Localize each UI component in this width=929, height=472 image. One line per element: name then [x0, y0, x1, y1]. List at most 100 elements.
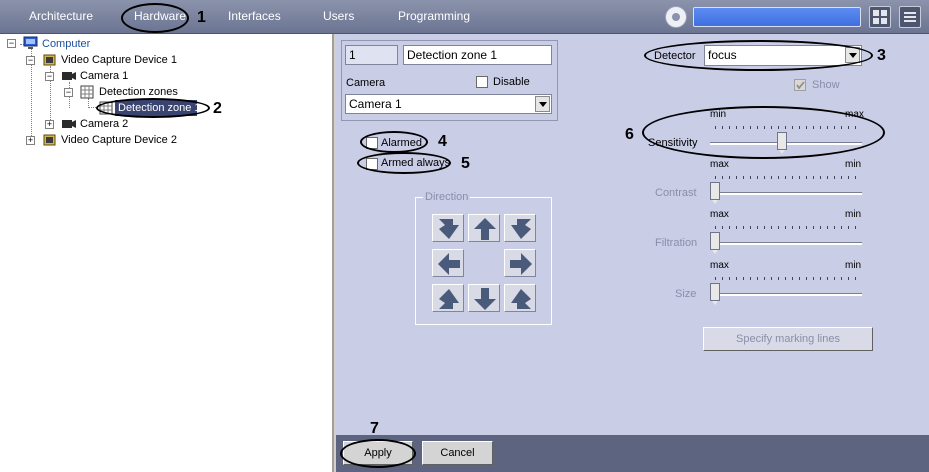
- slider-tick: [771, 226, 772, 229]
- contrast-right-label: min: [845, 159, 862, 170]
- slider-tick: [778, 176, 779, 179]
- slider-tick: [736, 176, 737, 179]
- size-slider-track[interactable]: [710, 293, 862, 296]
- contrast-label: Contrast: [655, 187, 697, 199]
- slider-tick: [743, 226, 744, 229]
- chevron-down-icon[interactable]: [535, 96, 550, 112]
- slider-tick: [813, 277, 814, 280]
- slider-tick: [841, 277, 842, 280]
- slider-tick: [757, 277, 758, 280]
- direction-down-right-button[interactable]: [432, 214, 464, 242]
- slider-tick: [771, 176, 772, 179]
- slider-tick: [743, 176, 744, 179]
- arrow-up-left-icon: [511, 289, 531, 309]
- tab-interfaces[interactable]: Interfaces: [228, 9, 281, 23]
- callout-oval-hardware: [121, 3, 189, 33]
- slider-tick: [848, 277, 849, 280]
- zone-id-field: 1: [345, 45, 398, 65]
- detection-zones-icon: [80, 85, 94, 99]
- specify-marking-lines-button[interactable]: Specify marking lines: [703, 327, 873, 351]
- callout-oval-armed-always: [357, 152, 451, 174]
- arrow-left-icon: [438, 253, 460, 275]
- slider-tick: [757, 176, 758, 179]
- collapse-icon[interactable]: −: [64, 88, 73, 97]
- size-left-label: max: [710, 260, 729, 271]
- slider-tick: [778, 277, 779, 280]
- arrow-up-icon: [474, 218, 496, 240]
- slider-tick: [785, 226, 786, 229]
- disable-checkbox[interactable]: [476, 76, 488, 88]
- slider-tick: [820, 226, 821, 229]
- slider-tick: [841, 226, 842, 229]
- slider-tick: [778, 226, 779, 229]
- collapse-icon[interactable]: −: [7, 39, 16, 48]
- slider-tick: [813, 176, 814, 179]
- slider-tick: [764, 176, 765, 179]
- contrast-slider-thumb[interactable]: [710, 182, 720, 204]
- slider-tick: [834, 176, 835, 179]
- slider-tick: [792, 176, 793, 179]
- show-checkbox[interactable]: [794, 79, 806, 91]
- slider-tick: [806, 226, 807, 229]
- direction-down-left-button[interactable]: [504, 214, 536, 242]
- arrow-down-icon: [474, 288, 496, 310]
- cancel-button[interactable]: Cancel: [422, 441, 493, 465]
- search-input[interactable]: [693, 7, 861, 27]
- expand-icon[interactable]: +: [45, 120, 54, 129]
- tab-programming[interactable]: Programming: [398, 9, 470, 23]
- slider-tick: [848, 176, 849, 179]
- tab-architecture[interactable]: Architecture: [29, 9, 93, 23]
- disable-label: Disable: [493, 76, 530, 88]
- filtration-slider-track[interactable]: [710, 242, 862, 245]
- slider-tick: [722, 176, 723, 179]
- callout-oval-detection-zone: [96, 98, 210, 118]
- settings-gear-icon[interactable]: [665, 6, 687, 28]
- camera-select[interactable]: Camera 1: [345, 94, 552, 114]
- computer-icon: [23, 36, 38, 49]
- callout-oval-detector: [644, 40, 873, 71]
- slider-tick: [855, 277, 856, 280]
- slider-tick: [750, 277, 751, 280]
- direction-down-button[interactable]: [468, 284, 500, 312]
- zone-name-field[interactable]: Detection zone 1: [403, 45, 552, 65]
- slider-tick: [736, 277, 737, 280]
- camera-icon: [62, 72, 76, 80]
- callout-number: 5: [461, 155, 470, 172]
- slider-tick: [729, 277, 730, 280]
- contrast-left-label: max: [710, 159, 729, 170]
- filtration-slider-thumb[interactable]: [710, 232, 720, 254]
- slider-tick: [834, 277, 835, 280]
- filtration-left-label: max: [710, 209, 729, 220]
- slider-tick: [743, 277, 744, 280]
- direction-right-button[interactable]: [504, 249, 536, 277]
- capture-card-icon: [43, 134, 56, 146]
- layout-grid-icon[interactable]: [869, 6, 891, 28]
- arrow-down-right-icon: [439, 219, 459, 239]
- direction-left-button[interactable]: [432, 249, 464, 277]
- slider-tick: [827, 226, 828, 229]
- slider-tick: [729, 176, 730, 179]
- slider-tick: [813, 226, 814, 229]
- slider-tick: [722, 226, 723, 229]
- slider-tick: [799, 176, 800, 179]
- arrow-up-right-icon: [439, 289, 459, 309]
- camera-select-value: Camera 1: [349, 97, 402, 111]
- direction-up-right-button[interactable]: [432, 284, 464, 312]
- slider-tick: [827, 277, 828, 280]
- slider-tick: [806, 277, 807, 280]
- size-slider-thumb[interactable]: [710, 283, 720, 305]
- direction-up-left-button[interactable]: [504, 284, 536, 312]
- direction-up-button[interactable]: [468, 214, 500, 242]
- contrast-slider-track[interactable]: [710, 192, 862, 195]
- expand-icon[interactable]: +: [26, 136, 35, 145]
- slider-tick: [722, 277, 723, 280]
- slider-tick: [757, 226, 758, 229]
- menu-icon[interactable]: [899, 6, 921, 28]
- callout-number: 7: [370, 420, 379, 437]
- slider-tick: [764, 277, 765, 280]
- slider-tick: [855, 226, 856, 229]
- tab-users[interactable]: Users: [323, 9, 354, 23]
- slider-tick: [820, 176, 821, 179]
- collapse-icon[interactable]: −: [45, 72, 54, 81]
- collapse-icon[interactable]: −: [26, 56, 35, 65]
